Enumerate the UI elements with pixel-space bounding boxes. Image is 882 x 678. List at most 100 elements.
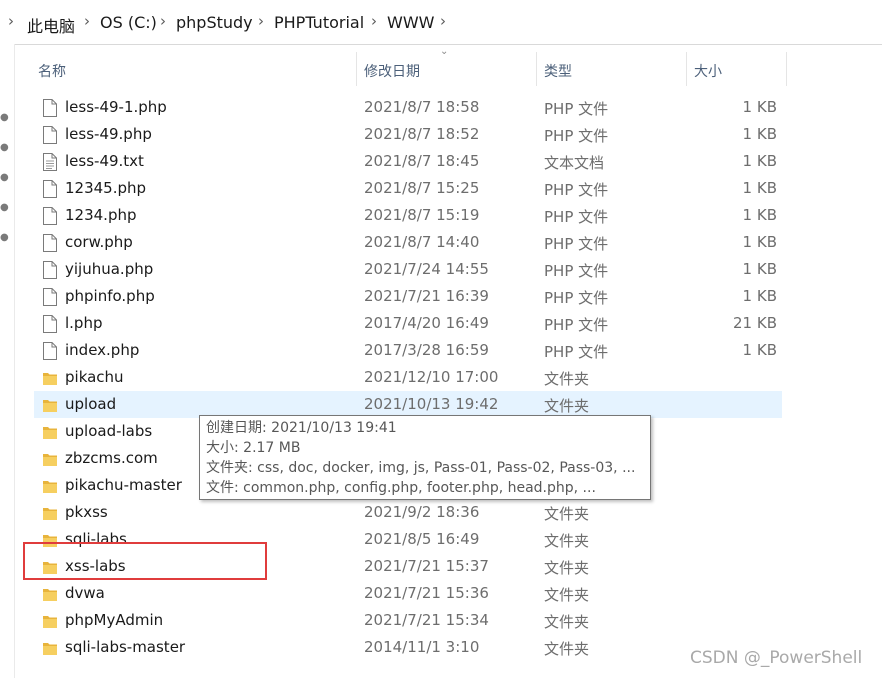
file-row[interactable]: pikachu 2021/12/10 17:00 文件夹 [34, 364, 782, 391]
address-bar[interactable]: › 此电脑 › OS (C:) › phpStudy › PHPTutorial… [0, 0, 882, 45]
file-name: 12345.php [65, 179, 147, 197]
file-modified: 2014/11/1 3:10 [364, 638, 480, 656]
file-row[interactable]: phpMyAdmin 2021/7/21 15:34 文件夹 [34, 607, 782, 634]
file-name: yijuhua.php [65, 260, 154, 278]
breadcrumb-this-pc[interactable]: 此电脑 [27, 13, 75, 37]
file-name: index.php [65, 341, 140, 359]
pin-icon: ● [0, 202, 9, 213]
column-divider[interactable] [786, 52, 787, 86]
tooltip-size: 大小: 2.17 MB [206, 440, 301, 456]
file-type: 文件夹 [544, 586, 590, 604]
file-modified: 2017/3/28 16:59 [364, 341, 489, 359]
file-name: upload-labs [65, 422, 153, 440]
file-row[interactable]: less-49.php 2021/8/7 18:52 PHP 文件 1 KB [34, 121, 782, 148]
file-name: less-49.php [65, 125, 152, 143]
file-type: 文件夹 [544, 370, 590, 388]
file-row[interactable]: 12345.php 2021/8/7 15:25 PHP 文件 1 KB [34, 175, 782, 202]
file-row[interactable]: pkxss 2021/9/2 18:36 文件夹 [34, 499, 782, 526]
folder-icon [42, 396, 58, 414]
navigation-pane[interactable]: ● ● ● ● ● [0, 44, 15, 678]
file-modified: 2021/8/7 15:19 [364, 206, 480, 224]
file-modified: 2021/8/7 18:58 [364, 98, 480, 116]
breadcrumb-www[interactable]: WWW [387, 13, 434, 32]
file-row[interactable]: less-49-1.php 2021/8/7 18:58 PHP 文件 1 KB [34, 94, 782, 121]
chevron-right-icon[interactable]: › [440, 12, 446, 30]
file-modified: 2021/10/13 19:42 [364, 395, 499, 413]
file-row[interactable]: yijuhua.php 2021/7/24 14:55 PHP 文件 1 KB [34, 256, 782, 283]
column-header-type-label: 类型 [544, 64, 572, 80]
file-size: 1 KB [742, 287, 777, 305]
column-header-type[interactable]: 类型 [537, 52, 686, 86]
breadcrumb-phptutorial[interactable]: PHPTutorial [274, 13, 364, 32]
file-type: PHP 文件 [544, 316, 609, 334]
file-icon [42, 126, 58, 144]
file-name: 1234.php [65, 206, 137, 224]
text-file-icon [42, 153, 58, 171]
column-header-name-label: 名称 [38, 64, 66, 80]
file-size: 1 KB [742, 260, 777, 278]
file-size: 1 KB [742, 233, 777, 251]
breadcrumb-phpstudy[interactable]: phpStudy [176, 13, 253, 32]
file-name: l.php [65, 314, 103, 332]
file-row[interactable]: sqli-labs-master 2014/11/1 3:10 文件夹 [34, 634, 782, 661]
folder-icon [42, 423, 58, 441]
file-row[interactable]: index.php 2017/3/28 16:59 PHP 文件 1 KB [34, 337, 782, 364]
file-modified: 2021/7/24 14:55 [364, 260, 489, 278]
file-name: pikachu-master [65, 476, 182, 494]
file-size: 21 KB [733, 314, 777, 332]
file-type: 文件夹 [544, 559, 590, 577]
file-name: pikachu [65, 368, 124, 386]
watermark: CSDN @_PowerShell [690, 648, 863, 668]
file-type: PHP 文件 [544, 208, 609, 226]
chevron-right-icon[interactable]: › [258, 12, 264, 30]
chevron-right-icon[interactable]: › [84, 12, 90, 30]
file-row[interactable]: phpinfo.php 2021/7/21 16:39 PHP 文件 1 KB [34, 283, 782, 310]
file-modified: 2021/7/21 15:37 [364, 557, 489, 575]
chevron-right-icon[interactable]: › [8, 12, 14, 30]
file-modified: 2021/8/5 16:49 [364, 530, 480, 548]
pin-icon: ● [0, 142, 9, 153]
column-header-name[interactable]: 名称 [30, 52, 356, 86]
breadcrumb-drive[interactable]: OS (C:) [100, 13, 157, 32]
file-name: corw.php [65, 233, 133, 251]
file-row[interactable]: corw.php 2021/8/7 14:40 PHP 文件 1 KB [34, 229, 782, 256]
file-type: PHP 文件 [544, 235, 609, 253]
folder-icon [42, 504, 58, 522]
file-name: dvwa [65, 584, 105, 602]
file-modified: 2021/8/7 18:45 [364, 152, 480, 170]
file-modified: 2021/8/7 18:52 [364, 125, 480, 143]
folder-icon [42, 639, 58, 657]
chevron-right-icon[interactable]: › [371, 12, 377, 30]
file-type: PHP 文件 [544, 289, 609, 307]
tooltip-folders: 文件夹: css, doc, docker, img, js, Pass-01,… [206, 460, 636, 476]
file-modified: 2021/7/21 15:36 [364, 584, 489, 602]
pin-icon: ● [0, 172, 9, 183]
file-modified: 2021/7/21 15:34 [364, 611, 489, 629]
folder-icon [42, 477, 58, 495]
chevron-right-icon[interactable]: › [160, 12, 166, 30]
file-name: less-49-1.php [65, 98, 167, 116]
file-row[interactable]: 1234.php 2021/8/7 15:19 PHP 文件 1 KB [34, 202, 782, 229]
column-header-size[interactable]: 大小 [687, 52, 786, 86]
file-name: upload [65, 395, 117, 413]
folder-icon [42, 612, 58, 630]
file-row[interactable]: l.php 2017/4/20 16:49 PHP 文件 21 KB [34, 310, 782, 337]
file-modified: 2021/8/7 14:40 [364, 233, 480, 251]
tooltip-files: 文件: common.php, config.php, footer.php, … [206, 480, 596, 496]
file-name: sqli-labs-master [65, 638, 186, 656]
file-type: PHP 文件 [544, 262, 609, 280]
file-icon [42, 99, 58, 117]
file-row[interactable]: dvwa 2021/7/21 15:36 文件夹 [34, 580, 782, 607]
file-type: 文件夹 [544, 397, 590, 415]
file-row[interactable]: less-49.txt 2021/8/7 18:45 文本文档 1 KB [34, 148, 782, 175]
column-header-modified[interactable]: 修改日期 [357, 52, 536, 86]
folder-icon [42, 450, 58, 468]
file-type: PHP 文件 [544, 181, 609, 199]
file-row[interactable]: upload 2021/10/13 19:42 文件夹 [34, 391, 782, 418]
file-modified: 2021/7/21 16:39 [364, 287, 489, 305]
highlight-box [23, 542, 267, 580]
file-icon [42, 315, 58, 333]
file-name: pkxss [65, 503, 108, 521]
file-type: 文件夹 [544, 505, 590, 523]
file-size: 1 KB [742, 179, 777, 197]
